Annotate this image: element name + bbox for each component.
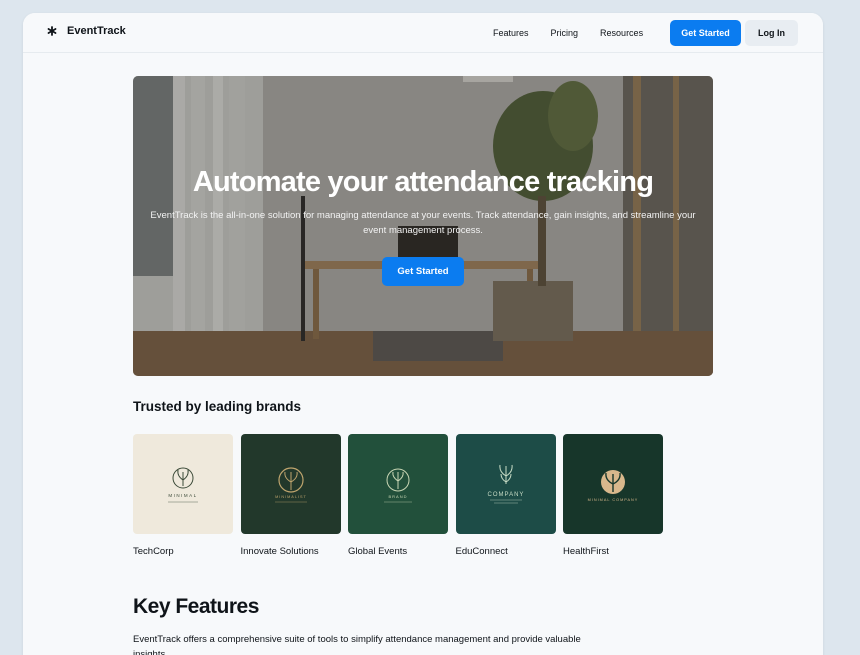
nav-links: Features Pricing Resources	[493, 13, 665, 53]
brand-logo-tile: COMPANY	[455, 434, 556, 534]
brands-heading: Trusted by leading brands	[133, 399, 302, 414]
svg-text:COMPANY: COMPANY	[487, 492, 524, 498]
brand-logo-tile: MINIMAL	[133, 434, 233, 534]
brand-name-label: Global Events	[348, 546, 408, 557]
brand-card[interactable]: MINIMALIST Innovate Solutions	[240, 434, 341, 557]
svg-text:MINIMAL COMPANY: MINIMAL COMPANY	[588, 498, 639, 502]
top-navbar: EventTrack Features Pricing Resources Ge…	[23, 13, 823, 53]
nav-link-pricing[interactable]: Pricing	[551, 28, 579, 38]
browser-window: EventTrack Features Pricing Resources Ge…	[23, 13, 823, 655]
brand[interactable]: EventTrack	[47, 25, 126, 37]
hero-get-started-button[interactable]: Get Started	[382, 257, 464, 286]
key-features-heading: Key Features	[133, 595, 259, 618]
get-started-button[interactable]: Get Started	[670, 20, 741, 46]
brand-name: EventTrack	[67, 25, 126, 37]
brand-card[interactable]: COMPANY EduConnect	[455, 434, 556, 557]
hero-title: Automate your attendance tracking	[192, 166, 654, 198]
svg-text:MINIMALIST: MINIMALIST	[275, 495, 307, 499]
asterisk-icon	[47, 26, 57, 36]
svg-text:MINIMAL: MINIMAL	[168, 493, 197, 498]
brand-logo-tile: MINIMAL COMPANY	[563, 434, 663, 534]
brand-name-label: EduConnect	[455, 546, 508, 557]
brand-card[interactable]: BRAND Global Events	[348, 434, 448, 557]
brand-card[interactable]: MINIMAL TechCorp	[133, 434, 233, 557]
hero-subtitle: EventTrack is the all-in-one solution fo…	[150, 210, 696, 236]
brand-logo-tile: BRAND	[348, 434, 448, 534]
leaf-circle-logo-icon: MINIMALIST	[274, 467, 307, 503]
log-in-button[interactable]: Log In	[745, 20, 798, 46]
sprout-logo-icon: BRAND	[384, 468, 412, 503]
brand-list: MINIMAL TechCorp MINIMALIST Innovate Sol…	[133, 434, 663, 557]
brand-name-label: TechCorp	[133, 546, 174, 557]
hero-banner: Automate your attendance tracking EventT…	[133, 76, 713, 376]
nav-link-resources[interactable]: Resources	[600, 28, 643, 38]
brand-name-label: HealthFirst	[563, 546, 609, 557]
lotus-logo-icon: MINIMAL COMPANY	[588, 470, 639, 502]
brand-name-label: Innovate Solutions	[240, 546, 319, 557]
leaf-logo-icon: COMPANY	[487, 464, 524, 504]
key-features-description: EventTrack offers a comprehensive suite …	[133, 634, 581, 655]
nav-link-features[interactable]: Features	[493, 28, 529, 38]
leaf-logo-icon: MINIMAL	[168, 467, 198, 503]
brand-card[interactable]: MINIMAL COMPANY HealthFirst	[563, 434, 663, 557]
brand-logo-tile: MINIMALIST	[240, 434, 341, 534]
svg-text:BRAND: BRAND	[388, 494, 407, 499]
